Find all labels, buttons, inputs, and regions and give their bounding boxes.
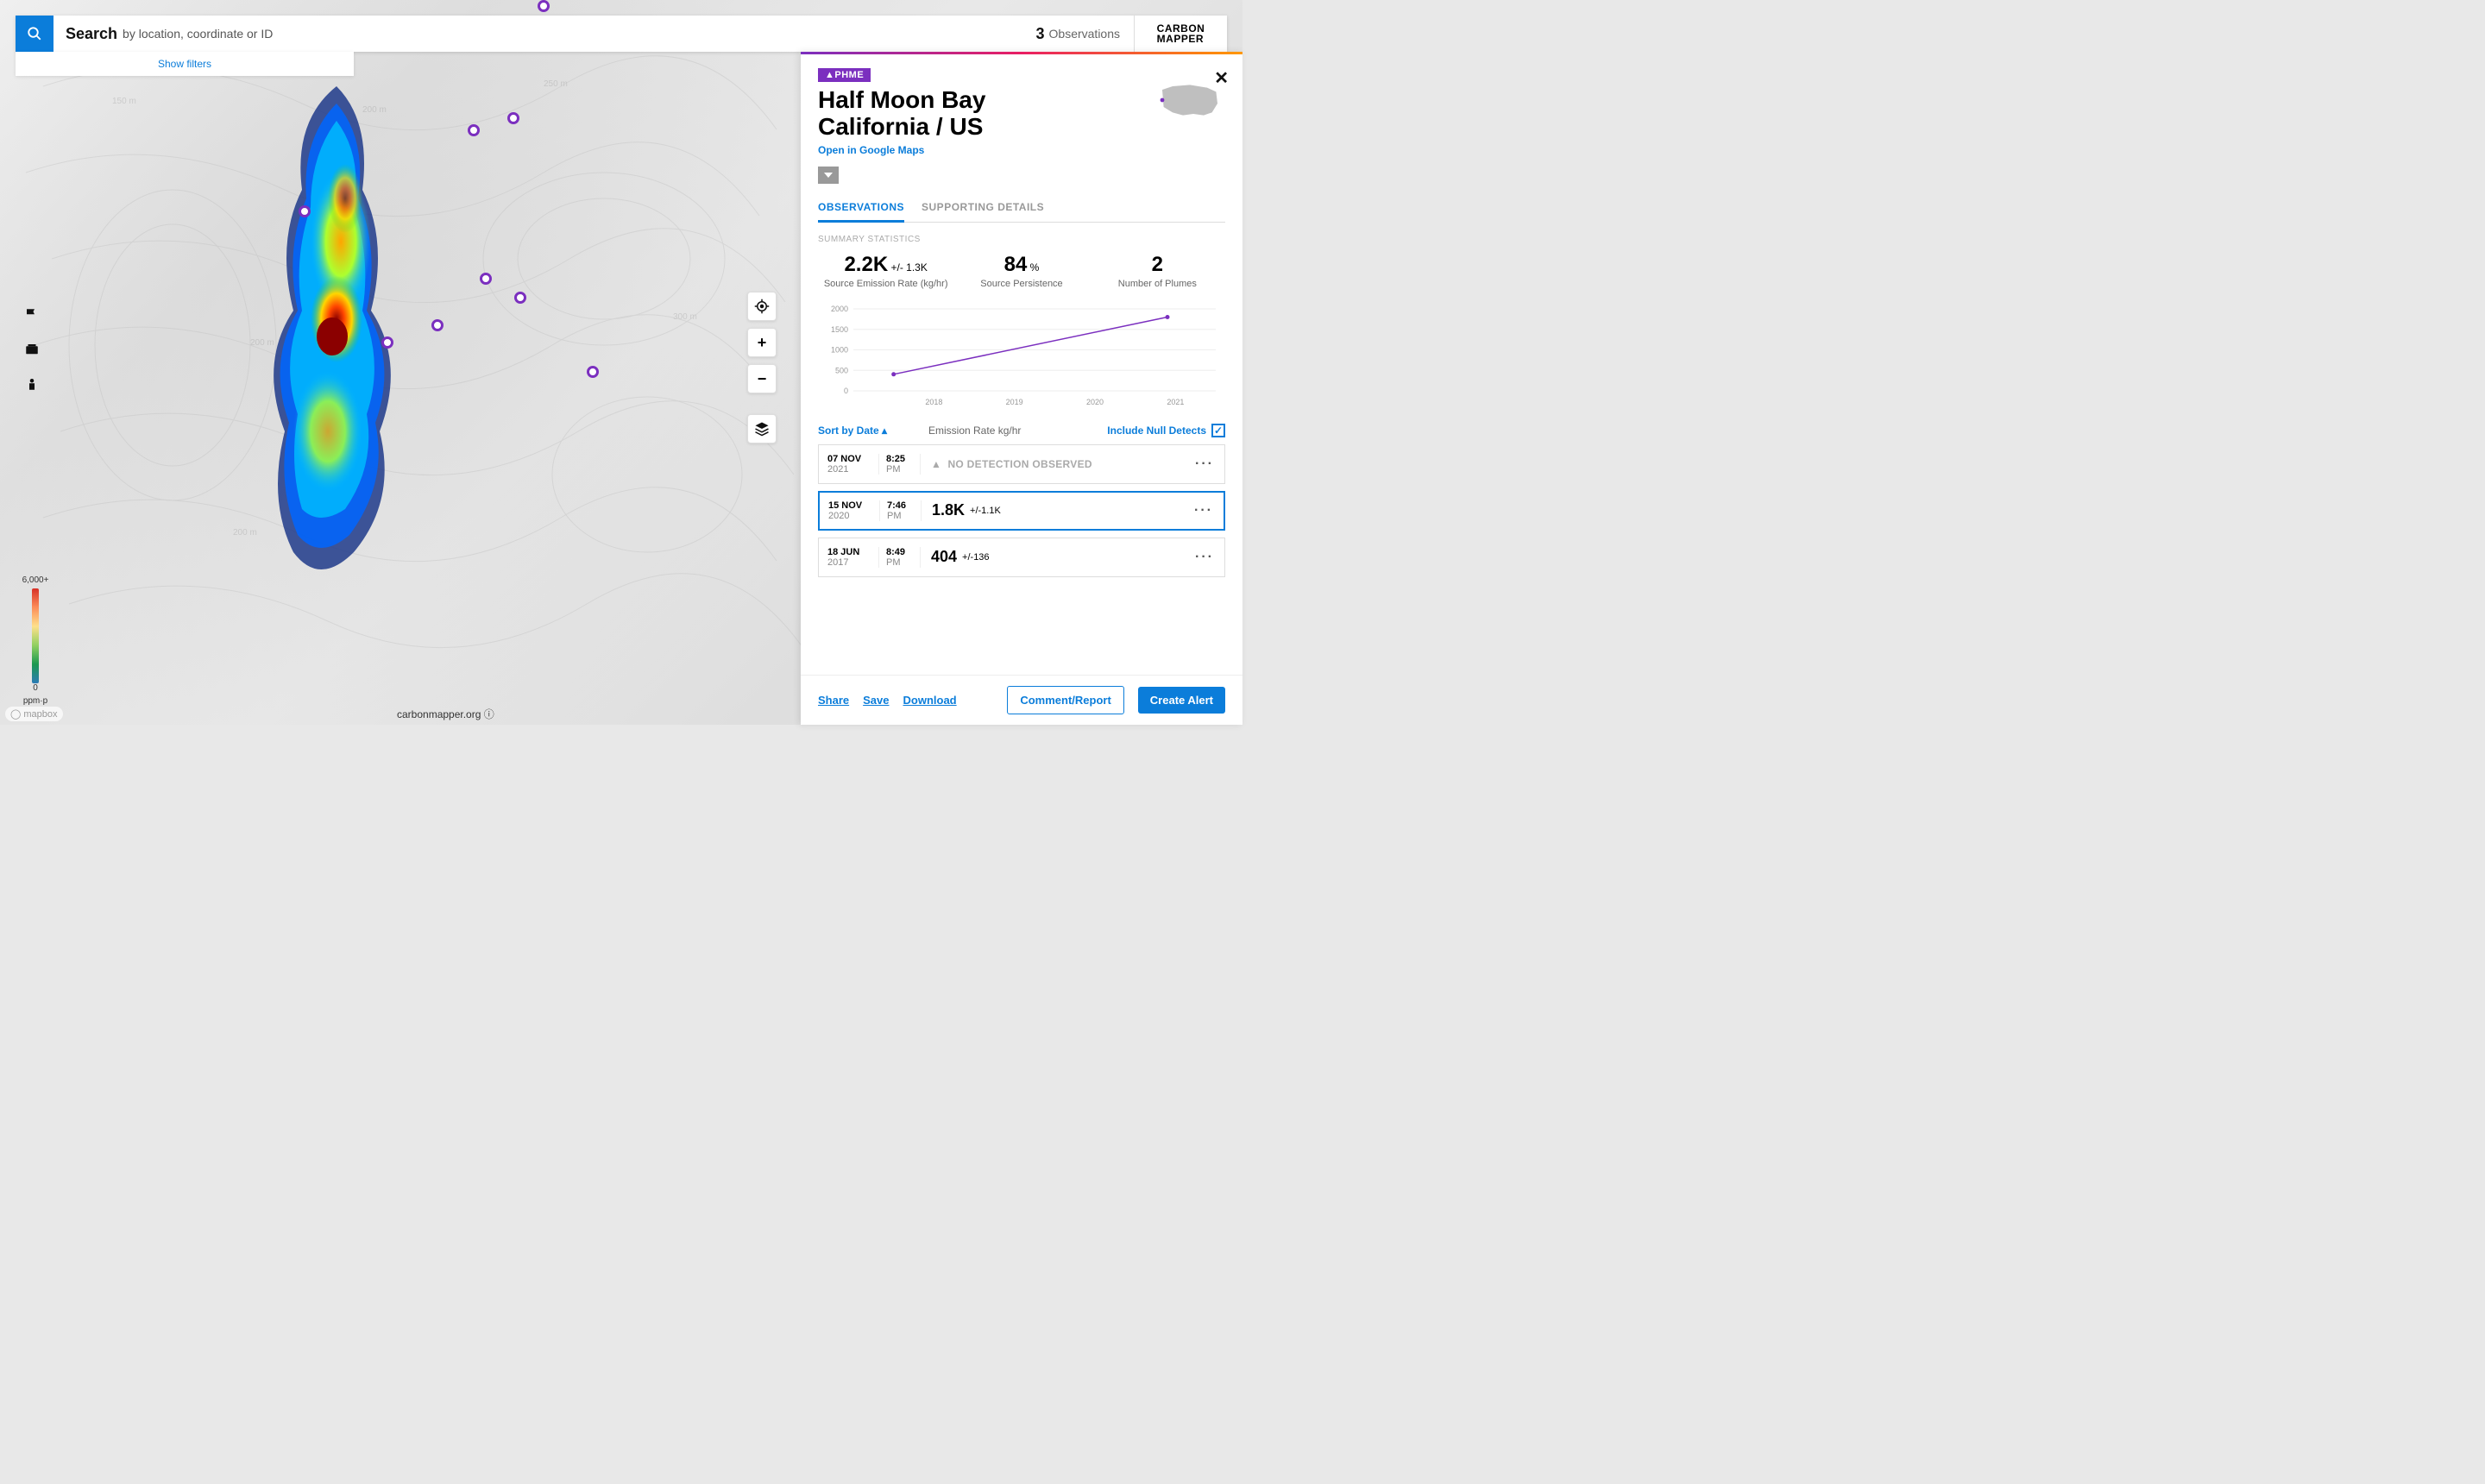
- obs-no-detection: ▲ NO DETECTION OBSERVED: [921, 458, 1185, 470]
- svg-text:0: 0: [844, 387, 848, 395]
- search-button[interactable]: [16, 16, 53, 52]
- color-legend: 6,000+ 0 ppm·p: [16, 575, 55, 706]
- svg-text:2020: 2020: [1086, 398, 1104, 406]
- legend-bar: [32, 588, 39, 683]
- summary-statistics-label: SUMMARY STATISTICS: [818, 235, 1225, 244]
- search-input[interactable]: Search by location, coordinate or ID: [53, 16, 347, 52]
- save-link[interactable]: Save: [863, 694, 889, 707]
- plume-marker[interactable]: [514, 292, 526, 304]
- svg-text:500: 500: [835, 366, 848, 374]
- obs-emission-value: 1.8K+/-1.1K: [922, 501, 1184, 519]
- search-label: Search: [66, 25, 117, 43]
- observations-list-header: Sort by Date ▴ Emission Rate kg/hr Inclu…: [818, 424, 1225, 437]
- svg-text:150 m: 150 m: [112, 97, 136, 106]
- observation-row[interactable]: 15 NOV20207:46PM1.8K+/-1.1K···: [818, 491, 1225, 531]
- obs-date: 15 NOV2020: [820, 500, 880, 521]
- obs-emission-value: 404+/-136: [921, 548, 1185, 566]
- plume-marker[interactable]: [468, 124, 480, 136]
- plume-marker[interactable]: [480, 273, 492, 285]
- flag-icon[interactable]: [24, 307, 40, 323]
- plume-marker[interactable]: [538, 0, 550, 12]
- create-alert-button[interactable]: Create Alert: [1138, 687, 1225, 714]
- source-badge: ▲ PHME: [818, 68, 871, 82]
- sort-by-date[interactable]: Sort by Date ▴: [818, 424, 887, 437]
- summary-statistics: 2.2K +/- 1.3K Source Emission Rate (kg/h…: [818, 253, 1225, 289]
- us-minimap: [1154, 79, 1225, 121]
- search-placeholder: by location, coordinate or ID: [123, 27, 273, 41]
- detail-panel: ✕ ▲ PHME Half Moon Bay California / US O…: [801, 52, 1242, 725]
- zoom-in-button[interactable]: +: [747, 328, 777, 357]
- svg-text:2021: 2021: [1167, 398, 1184, 406]
- include-null-detects-toggle[interactable]: Include Null Detects ✓: [1107, 424, 1225, 437]
- svg-text:2018: 2018: [925, 398, 942, 406]
- search-icon: [27, 26, 42, 41]
- legend-max: 6,000+: [16, 575, 55, 585]
- share-link[interactable]: Share: [818, 694, 849, 707]
- crosshair-icon: [754, 299, 770, 314]
- obs-date: 07 NOV2021: [819, 454, 879, 475]
- observation-count: 3 Observations: [1022, 16, 1135, 52]
- stat-emission-rate: 2.2K +/- 1.3K Source Emission Rate (kg/h…: [818, 253, 953, 289]
- svg-text:2000: 2000: [831, 305, 848, 313]
- site-attribution: carbonmapper.org ⓘ: [397, 707, 494, 721]
- plume-heatmap: [216, 69, 457, 621]
- legend-unit: ppm·p: [16, 696, 55, 706]
- plume-marker[interactable]: [507, 112, 519, 124]
- plume-marker[interactable]: [299, 205, 311, 217]
- obs-time: 8:49PM: [879, 547, 921, 568]
- legend-min: 0: [16, 683, 55, 693]
- filters-row: Show filters: [16, 52, 354, 76]
- observation-count-value: 3: [1036, 25, 1045, 43]
- mapbox-attribution[interactable]: ◯ mapbox: [5, 707, 63, 721]
- person-icon[interactable]: [24, 376, 40, 392]
- column-emission-rate: Emission Rate kg/hr: [928, 424, 1021, 437]
- svg-text:2019: 2019: [1006, 398, 1023, 406]
- layers-button[interactable]: [747, 414, 777, 443]
- svg-text:250 m: 250 m: [544, 79, 568, 89]
- observations-list: 07 NOV20218:25PM▲ NO DETECTION OBSERVED·…: [818, 444, 1225, 577]
- obs-more-button[interactable]: ···: [1184, 503, 1224, 519]
- map-controls: + −: [747, 292, 777, 443]
- layers-icon: [754, 421, 770, 437]
- observation-count-label: Observations: [1049, 27, 1120, 41]
- svg-text:1000: 1000: [831, 345, 848, 354]
- left-toolbar: [24, 307, 40, 392]
- top-bar: Search by location, coordinate or ID 3 O…: [16, 16, 1227, 52]
- show-filters-link[interactable]: Show filters: [158, 58, 211, 70]
- svg-text:300 m: 300 m: [673, 312, 697, 322]
- svg-text:1500: 1500: [831, 324, 848, 333]
- plume-marker[interactable]: [587, 366, 599, 378]
- stat-persistence: 84 % Source Persistence: [953, 253, 1089, 289]
- obs-time: 7:46PM: [880, 500, 922, 521]
- chevron-down-icon: [824, 173, 833, 178]
- google-maps-link[interactable]: Open in Google Maps: [818, 144, 924, 156]
- comment-report-button[interactable]: Comment/Report: [1007, 686, 1123, 714]
- observation-row[interactable]: 07 NOV20218:25PM▲ NO DETECTION OBSERVED·…: [818, 444, 1225, 484]
- zoom-out-button[interactable]: −: [747, 364, 777, 393]
- observation-row[interactable]: 18 JUN20178:49PM404+/-136···: [818, 538, 1225, 577]
- obs-date: 18 JUN2017: [819, 547, 879, 568]
- tab-observations[interactable]: OBSERVATIONS: [818, 201, 904, 223]
- obs-more-button[interactable]: ···: [1185, 550, 1224, 565]
- expand-toggle[interactable]: [818, 167, 839, 184]
- obs-more-button[interactable]: ···: [1185, 456, 1224, 472]
- download-link[interactable]: Download: [903, 694, 957, 707]
- panel-tabs: OBSERVATIONS SUPPORTING DETAILS: [818, 201, 1225, 223]
- plume-marker[interactable]: [431, 319, 444, 331]
- plume-marker[interactable]: [381, 336, 393, 349]
- emission-chart: 0 500 1000 1500 2000 2018 2019 2020 2021: [818, 305, 1225, 408]
- tab-supporting-details[interactable]: SUPPORTING DETAILS: [922, 201, 1044, 222]
- locate-button[interactable]: [747, 292, 777, 321]
- stat-plumes: 2 Number of Plumes: [1090, 253, 1225, 289]
- obs-time: 8:25PM: [879, 454, 921, 475]
- carbon-mapper-logo[interactable]: CARBONMAPPER: [1134, 16, 1227, 52]
- panel-footer: Share Save Download Comment/Report Creat…: [801, 675, 1242, 725]
- checkbox-checked-icon: ✓: [1211, 424, 1225, 437]
- layers-tool-icon[interactable]: [24, 342, 40, 357]
